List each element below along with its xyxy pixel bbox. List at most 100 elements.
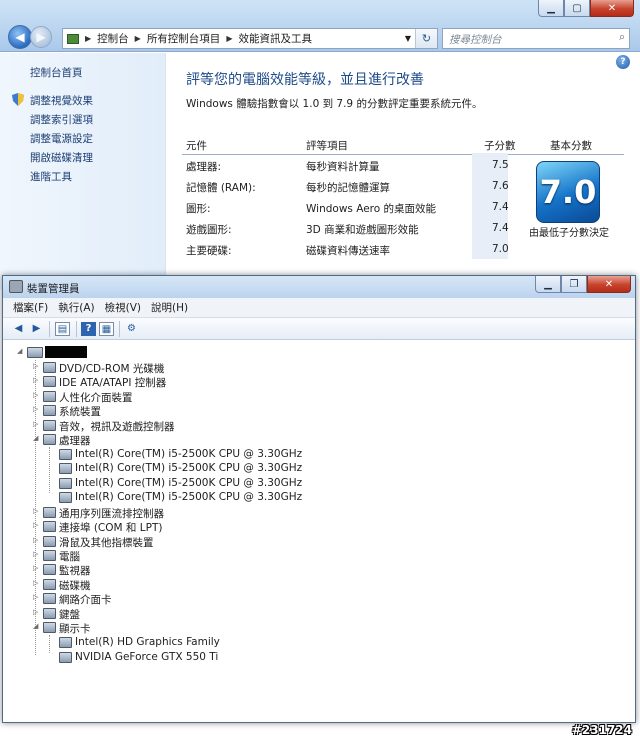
row-score: 7.4 xyxy=(492,201,509,213)
chevron-down-icon[interactable]: ▼ xyxy=(405,29,411,48)
device-label: Intel(R) Core(TM) i5-2500K CPU @ 3.30GHz xyxy=(75,448,303,460)
category-label: 顯示卡 xyxy=(59,623,91,635)
monitor-icon xyxy=(43,564,56,575)
collapse-icon[interactable]: ◢ xyxy=(33,622,38,630)
breadcrumb-item[interactable]: 控制台 xyxy=(97,31,129,46)
menu-bar: 檔案(F) 執行(A) 檢視(V) 說明(H) xyxy=(3,298,635,318)
minimize-button[interactable]: ▁ xyxy=(535,276,561,293)
forward-button[interactable]: ▶ xyxy=(30,26,52,48)
table-row: 處理器: 每秒資料計算量 7.5 xyxy=(182,155,509,176)
expand-icon[interactable]: ▷ xyxy=(33,536,38,544)
device-label: Intel(R) Core(TM) i5-2500K CPU @ 3.30GHz xyxy=(75,477,303,489)
sidebar: 控制台首頁 調整視覺效果 調整索引選項 調整電源設定 開啟磁碟清理 進階工具 xyxy=(0,53,166,290)
sidebar-item-advanced[interactable]: 進階工具 xyxy=(30,169,72,184)
sidebar-item-visual-effects[interactable]: 調整視覺效果 xyxy=(30,93,93,108)
back-arrow-icon[interactable]: ◀ xyxy=(11,322,26,336)
row-component: 主要硬碟: xyxy=(186,245,232,257)
expand-icon[interactable]: ▷ xyxy=(33,362,38,370)
forward-arrow-icon[interactable]: ▶ xyxy=(29,322,44,336)
help-icon[interactable]: ? xyxy=(616,55,630,69)
device-label: Intel(R) HD Graphics Family xyxy=(75,636,220,648)
col-base: 基本分數 xyxy=(550,140,592,152)
menu-file[interactable]: 檔案(F) xyxy=(13,300,48,315)
network-adapter-icon xyxy=(43,593,56,604)
expand-icon[interactable]: ▷ xyxy=(33,420,38,428)
close-button[interactable]: ✕ xyxy=(587,276,631,293)
refresh-icon[interactable]: ↻ xyxy=(415,29,437,48)
minimize-button[interactable]: ▁ xyxy=(538,0,564,17)
sidebar-item-indexing[interactable]: 調整索引選項 xyxy=(30,112,93,127)
menu-help[interactable]: 說明(H) xyxy=(151,300,188,315)
ide-controller-icon xyxy=(43,376,56,387)
caption-buttons: ▁ ❐ ✕ xyxy=(535,276,631,293)
row-rated: 磁碟資料傳送速率 xyxy=(306,245,390,257)
view-icon[interactable]: ▦ xyxy=(99,322,114,336)
expand-icon[interactable]: ▷ xyxy=(33,579,38,587)
menu-view[interactable]: 檢視(V) xyxy=(105,300,141,315)
search-input[interactable]: 搜尋控制台 ⌕ xyxy=(442,28,630,49)
row-component: 遊戲圖形: xyxy=(186,224,232,236)
expand-icon[interactable]: ▷ xyxy=(33,564,38,572)
row-component: 處理器: xyxy=(186,161,222,173)
expand-icon[interactable]: ▷ xyxy=(33,507,38,515)
row-score: 7.4 xyxy=(492,222,509,234)
expand-icon[interactable]: ▷ xyxy=(33,550,38,558)
port-icon xyxy=(43,521,56,532)
device-manager-titlebar: 裝置管理員 ▁ ❐ ✕ xyxy=(3,276,635,298)
usb-icon xyxy=(43,507,56,518)
page-subtitle: Windows 體驗指數會以 1.0 到 7.9 的分數評定重要系統元件。 xyxy=(186,98,483,110)
sidebar-item-disk-cleanup[interactable]: 開啟磁碟清理 xyxy=(30,150,93,165)
restore-button[interactable]: ❐ xyxy=(561,276,587,293)
speaker-icon xyxy=(43,420,56,431)
expand-icon[interactable]: ▷ xyxy=(33,376,38,384)
row-component: 記憶體 (RAM): xyxy=(186,182,256,194)
back-button[interactable]: ◀ xyxy=(8,25,32,49)
sidebar-item-home[interactable]: 控制台首頁 xyxy=(30,65,83,80)
system-device-icon xyxy=(43,405,56,416)
processor-icon xyxy=(43,434,56,445)
row-component: 圖形: xyxy=(186,203,211,215)
expand-icon[interactable]: ▷ xyxy=(33,593,38,601)
scan-hardware-icon[interactable]: ⚙ xyxy=(124,322,139,336)
expand-icon[interactable]: ▷ xyxy=(33,521,38,529)
device-manager-window: 裝置管理員 ▁ ❐ ✕ 檔案(F) 執行(A) 檢視(V) 說明(H) ◀ ▶ … xyxy=(2,275,636,723)
computer-icon xyxy=(27,347,43,358)
help-icon[interactable]: ? xyxy=(81,322,96,336)
base-score: 7.0 xyxy=(536,161,600,223)
processor-icon xyxy=(59,449,72,460)
row-score: 7.6 xyxy=(492,180,509,192)
expand-icon[interactable]: ▷ xyxy=(33,405,38,413)
expand-icon[interactable]: ◢ xyxy=(17,347,22,355)
properties-icon[interactable]: ▤ xyxy=(55,322,70,336)
nav-buttons: ◀ ▶ xyxy=(8,25,52,49)
processor-icon xyxy=(59,463,72,474)
device-label: Intel(R) Core(TM) i5-2500K CPU @ 3.30GHz xyxy=(75,491,303,503)
breadcrumb-item[interactable]: 效能資訊及工具 xyxy=(238,31,312,46)
main-content: ? 評等您的電腦效能等級，並且進行改善 Windows 體驗指數會以 1.0 到… xyxy=(166,53,640,290)
window-title: 裝置管理員 xyxy=(27,283,80,295)
breadcrumb-item[interactable]: 所有控制台項目 xyxy=(147,31,221,46)
sidebar-item-power[interactable]: 調整電源設定 xyxy=(30,131,93,146)
device-manager-icon xyxy=(9,280,23,293)
menu-action[interactable]: 執行(A) xyxy=(58,300,94,315)
tree-root[interactable]: ◢ xyxy=(17,346,107,360)
address-bar[interactable]: ▶ 控制台 ▶ 所有控制台項目 ▶ 效能資訊及工具 ▼ ↻ xyxy=(62,28,438,49)
tree-line xyxy=(49,635,50,653)
search-placeholder: 搜尋控制台 xyxy=(449,34,502,46)
computer-icon xyxy=(43,550,56,561)
watermark: #231724 xyxy=(571,723,632,737)
category-label: 連接埠 (COM 和 LPT) xyxy=(59,522,163,534)
chevron-right-icon: ▶ xyxy=(134,34,141,43)
collapse-icon[interactable]: ◢ xyxy=(33,434,38,442)
row-rated: Windows Aero 的桌面效能 xyxy=(306,203,437,215)
close-button[interactable]: ✕ xyxy=(590,0,634,17)
device-tree: ◢ ▷ DVD/CD-ROM 光碟機 ▷ IDE ATA/ATAPI 控制器 ▷ 人性… xyxy=(3,341,635,721)
maximize-button[interactable]: ▢ xyxy=(564,0,590,17)
expand-icon[interactable]: ▷ xyxy=(33,608,38,616)
device-label: Intel(R) Core(TM) i5-2500K CPU @ 3.30GHz xyxy=(75,462,303,474)
expand-icon[interactable]: ▷ xyxy=(33,391,38,399)
row-rated: 每秒資料計算量 xyxy=(306,161,380,173)
category-label: 滑鼠及其他指標裝置 xyxy=(59,537,154,549)
table-row: 遊戲圖形: 3D 商業和遊戲圖形效能 7.4 xyxy=(182,218,509,239)
search-icon[interactable]: ⌕ xyxy=(619,31,625,44)
